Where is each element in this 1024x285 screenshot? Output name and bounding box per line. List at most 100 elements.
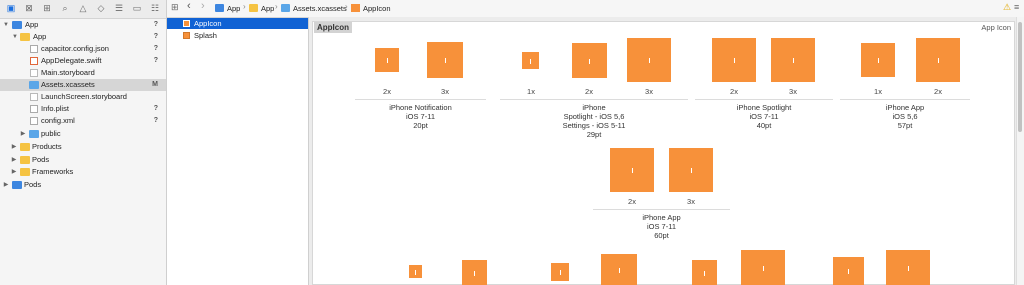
disclosure-collapsed-icon[interactable]: ▶	[10, 141, 18, 153]
icon-slot[interactable]	[692, 260, 717, 285]
asset-item-splash[interactable]: Splash	[167, 30, 308, 41]
test-icon[interactable]: ◇	[96, 3, 106, 13]
breakpoint-icon[interactable]: ▭	[132, 3, 142, 13]
scale-label: 2x	[585, 87, 593, 96]
tree-item-assets[interactable]: Assets.xcassets M	[0, 79, 166, 91]
breadcrumb-assets[interactable]: Assets.xcassets	[281, 3, 347, 14]
icon-slot-app60-3x[interactable]	[669, 148, 713, 192]
icon-slot[interactable]	[886, 250, 930, 285]
file-icon	[30, 45, 38, 53]
tree-item-pods-folder[interactable]: ▶ Pods	[0, 154, 166, 166]
folder-icon[interactable]: ▣	[6, 3, 16, 13]
warning-icon[interactable]: ⚠	[1003, 2, 1011, 13]
folder-icon	[249, 4, 258, 12]
icon-slot-spotlight40-3x[interactable]	[771, 38, 815, 82]
source-control-icon[interactable]: ⊠	[24, 3, 34, 13]
tree-item-info-plist[interactable]: Info.plist ?	[0, 103, 166, 115]
status-badge: ?	[153, 105, 158, 112]
scale-label: 1x	[527, 87, 535, 96]
tree-item-launchscreen[interactable]: LaunchScreen.storyboard	[0, 91, 166, 103]
breadcrumb-label: Assets.xcassets	[293, 4, 347, 13]
disclosure-expanded-icon[interactable]: ▼	[11, 31, 19, 43]
group-divider	[840, 99, 970, 100]
breadcrumb-label: AppIcon	[363, 4, 391, 13]
back-button[interactable]: ‹	[187, 1, 191, 12]
icon-set-title[interactable]: AppIcon	[314, 22, 352, 33]
tree-item-public[interactable]: ▶ public	[0, 128, 166, 140]
icon-slot-spotlight29-2x[interactable]	[572, 43, 607, 78]
tree-item-app-project[interactable]: ▼ App ?	[0, 19, 166, 31]
tree-item-app-folder[interactable]: ▼ App ?	[0, 31, 166, 43]
report-icon[interactable]: ☷	[150, 3, 160, 13]
tree-item-capacitor-config[interactable]: capacitor.config.json ?	[0, 43, 166, 55]
icon-slot-notification-2x[interactable]	[375, 48, 399, 72]
group-caption-text: iPhone App iOS 7-11 60pt	[642, 213, 681, 240]
status-badge: ?	[153, 33, 158, 40]
debug-icon[interactable]: ☰	[114, 3, 124, 13]
breadcrumb-app-folder[interactable]: App	[249, 3, 274, 14]
related-files-icon[interactable]: ≡	[1014, 2, 1019, 13]
hierarchy-icon[interactable]: ⊞	[42, 3, 52, 13]
group-divider	[500, 99, 688, 100]
tree-item-label: Pods	[24, 180, 42, 189]
breadcrumb-separator-icon: ›	[243, 2, 246, 11]
tree-item-frameworks[interactable]: ▶ Frameworks	[0, 166, 166, 178]
related-items-icon[interactable]: ⊞	[171, 2, 179, 13]
icon-slot-spotlight40-2x[interactable]	[712, 38, 756, 82]
tree-item-config-xml[interactable]: config.xml ?	[0, 115, 166, 127]
jump-bar: ⊞ ‹ › App › App › Assets.xcassets › AppI…	[167, 0, 1024, 18]
file-icon	[30, 117, 38, 125]
group-divider	[695, 99, 833, 100]
icon-slot-app57-2x[interactable]	[916, 38, 960, 82]
tree-item-label: Frameworks	[32, 167, 74, 176]
icon-slot[interactable]	[551, 263, 569, 281]
tree-item-label: Assets.xcassets	[41, 80, 95, 89]
breadcrumb-appicon[interactable]: AppIcon	[351, 3, 391, 14]
disclosure-collapsed-icon[interactable]: ▶	[10, 166, 18, 178]
disclosure-collapsed-icon[interactable]: ▶	[19, 128, 27, 140]
icon-slot-spotlight29-1x[interactable]	[522, 52, 539, 69]
group-caption-text: iPhone Notification iOS 7-11 20pt	[389, 103, 452, 130]
icon-slot[interactable]	[409, 265, 422, 278]
breadcrumb-separator-icon: ›	[275, 2, 278, 11]
status-badge: M	[152, 81, 158, 88]
project-icon	[215, 4, 224, 12]
icon-slot-spotlight29-3x[interactable]	[627, 38, 671, 82]
tree-item-appdelegate[interactable]: AppDelegate.swift ?	[0, 55, 166, 67]
forward-button[interactable]: ›	[201, 1, 205, 12]
folder-icon	[20, 33, 30, 41]
tree-item-label: capacitor.config.json	[41, 44, 109, 53]
icon-slot-app57-1x[interactable]	[861, 43, 895, 77]
scale-label: 3x	[645, 87, 653, 96]
folder-icon	[20, 143, 30, 151]
tree-item-main-storyboard[interactable]: Main.storyboard	[0, 67, 166, 79]
breadcrumb-separator-icon: ›	[345, 2, 348, 11]
icon-slot[interactable]	[601, 254, 637, 285]
icon-slot[interactable]	[833, 257, 864, 285]
scrollbar-thumb[interactable]	[1018, 22, 1022, 132]
icon-set-type-label: App Icon	[981, 23, 1011, 32]
icon-slot-notification-3x[interactable]	[427, 42, 463, 78]
group-caption-text: iPhone App iOS 5,6 57pt	[885, 103, 925, 130]
tree-item-label: Main.storyboard	[41, 68, 95, 77]
search-icon[interactable]: ⌕	[60, 3, 70, 13]
breadcrumb-label: App	[261, 4, 275, 13]
scale-label: 3x	[687, 197, 695, 206]
group-divider	[355, 99, 486, 100]
disclosure-expanded-icon[interactable]: ▼	[2, 19, 10, 31]
status-badge: ?	[153, 21, 158, 28]
folder-icon	[20, 156, 30, 164]
image-set-icon	[183, 32, 190, 39]
disclosure-collapsed-icon[interactable]: ▶	[10, 154, 18, 166]
icon-slot[interactable]	[462, 260, 487, 285]
disclosure-collapsed-icon[interactable]: ▶	[2, 179, 10, 191]
warning-icon[interactable]: △	[78, 3, 88, 13]
asset-item-label: AppIcon	[194, 19, 222, 28]
tree-item-products[interactable]: ▶ Products	[0, 141, 166, 153]
icon-slot-app60-2x[interactable]	[610, 148, 654, 192]
asset-item-appicon[interactable]: AppIcon	[167, 18, 308, 29]
breadcrumb-app-project[interactable]: App	[215, 3, 240, 14]
tree-item-pods-project[interactable]: ▶ Pods	[0, 179, 166, 191]
group-caption-spotlight40: iPhone Spotlight iOS 7-11 40pt	[695, 103, 833, 130]
icon-slot[interactable]	[741, 250, 785, 285]
